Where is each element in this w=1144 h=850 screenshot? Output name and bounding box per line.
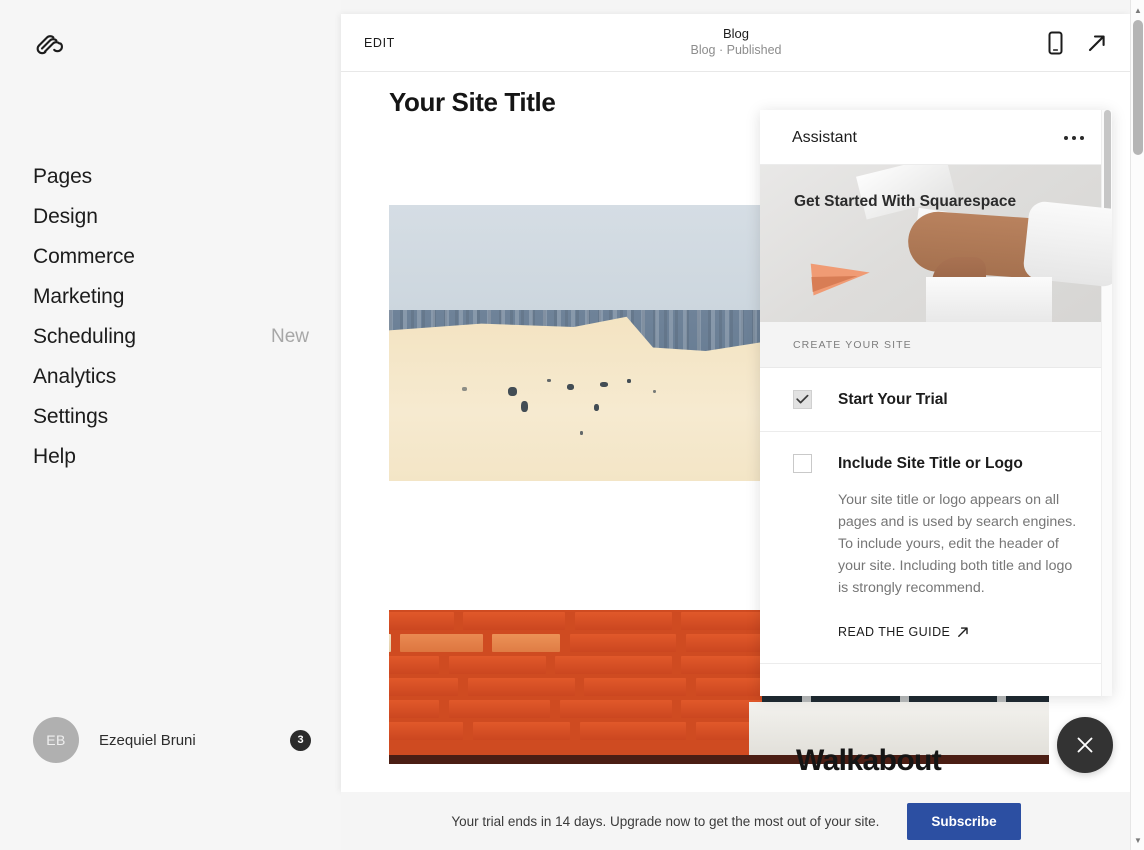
read-the-guide-label: READ THE GUIDE (838, 625, 951, 639)
assistant-scrollbar[interactable] (1101, 110, 1112, 696)
external-link-icon[interactable] (1086, 32, 1108, 54)
scroll-up-arrow-icon[interactable]: ▲ (1131, 2, 1144, 18)
page-status: Blog · Published (690, 43, 782, 57)
preview-header-actions (1047, 14, 1108, 72)
box-illustration (926, 277, 1052, 322)
brick-wall-surface (389, 610, 793, 764)
preview-header-center: Blog Blog · Published (341, 25, 1131, 59)
sidebar-item-analytics[interactable]: Analytics (33, 357, 323, 397)
sidebar-item-label: Marketing (33, 285, 125, 308)
sidebar-item-settings[interactable]: Settings (33, 397, 323, 437)
sidebar-item-label: Scheduling (33, 325, 136, 348)
user-name: Ezequiel Bruni (99, 731, 196, 749)
sidebar-item-label: Settings (33, 405, 109, 428)
task-description: Your site title or logo appears on all p… (838, 492, 1077, 596)
task-label: Start Your Trial (838, 390, 948, 408)
task-label: Include Site Title or Logo (838, 454, 1023, 472)
task-item-start-your-trial[interactable]: Start Your Trial (760, 368, 1112, 432)
page-title: Blog (722, 26, 750, 41)
subscribe-button[interactable]: Subscribe (907, 802, 1021, 840)
sidebar-item-label: Design (33, 205, 98, 228)
task-row: Start Your Trial (793, 390, 1084, 409)
trial-banner-text: Your trial ends in 14 days. Upgrade now … (451, 813, 880, 829)
sidebar-nav: Pages Design Commerce Marketing Scheduli… (33, 157, 323, 477)
assistant-panel: Assistant Get Started With Squarespace C… (760, 110, 1112, 696)
mobile-phone-icon[interactable] (1047, 31, 1064, 55)
read-the-guide-link[interactable]: READ THE GUIDE (838, 625, 969, 639)
sidebar-item-help[interactable]: Help (33, 437, 323, 477)
task-row: Include Site Title or Logo (793, 454, 1084, 473)
user-account-row[interactable]: EB Ezequiel Bruni 3 (33, 716, 323, 764)
sidebar-item-scheduling[interactable]: Scheduling New (33, 317, 323, 357)
assistant-title: Assistant (792, 128, 857, 146)
scroll-down-arrow-icon[interactable]: ▼ (1131, 832, 1144, 848)
notification-badge[interactable]: 3 (290, 729, 311, 751)
sidebar-item-badge: New (270, 326, 309, 347)
sleeve-illustration (1022, 200, 1112, 288)
preview-header: EDIT Blog Blog · Published (341, 14, 1131, 72)
site-title: Your Site Title (389, 87, 556, 117)
ground-strip (389, 754, 1049, 764)
task-item-include-site-title-or-logo[interactable]: Include Site Title or Logo Your site tit… (760, 432, 1112, 664)
close-icon (1077, 737, 1093, 753)
sidebar-item-commerce[interactable]: Commerce (33, 237, 323, 277)
assistant-section-label: CREATE YOUR SITE (760, 322, 1112, 368)
sidebar-item-pages[interactable]: Pages (33, 157, 323, 197)
assistant-hero-banner: Get Started With Squarespace (760, 165, 1112, 322)
task-checkbox-checked[interactable] (793, 390, 812, 409)
task-checkbox-unchecked[interactable] (793, 454, 812, 473)
app-root: Pages Design Commerce Marketing Scheduli… (0, 0, 1144, 850)
sidebar-item-label: Help (33, 445, 76, 468)
sidebar-item-marketing[interactable]: Marketing (33, 277, 323, 317)
assistant-header: Assistant (760, 110, 1112, 165)
assistant-hero-title: Get Started With Squarespace (794, 193, 1017, 210)
more-options-icon[interactable] (1064, 110, 1084, 165)
page-scrollbar[interactable]: ▲ ▼ (1130, 0, 1144, 850)
external-link-icon (958, 627, 969, 637)
close-assistant-button[interactable] (1057, 717, 1113, 773)
avatar: EB (33, 717, 79, 763)
sidebar-item-design[interactable]: Design (33, 197, 323, 237)
sidebar-item-label: Commerce (33, 245, 135, 268)
main-sidebar: Pages Design Commerce Marketing Scheduli… (0, 0, 341, 850)
sidebar-item-label: Pages (33, 165, 93, 188)
post-heading: Walkabout (796, 744, 942, 777)
sidebar-item-label: Analytics (33, 365, 117, 388)
squarespace-logo[interactable] (30, 24, 70, 64)
avatar-initials: EB (46, 732, 66, 748)
trial-banner: Your trial ends in 14 days. Upgrade now … (341, 792, 1131, 850)
page-scrollbar-thumb[interactable] (1133, 20, 1143, 155)
